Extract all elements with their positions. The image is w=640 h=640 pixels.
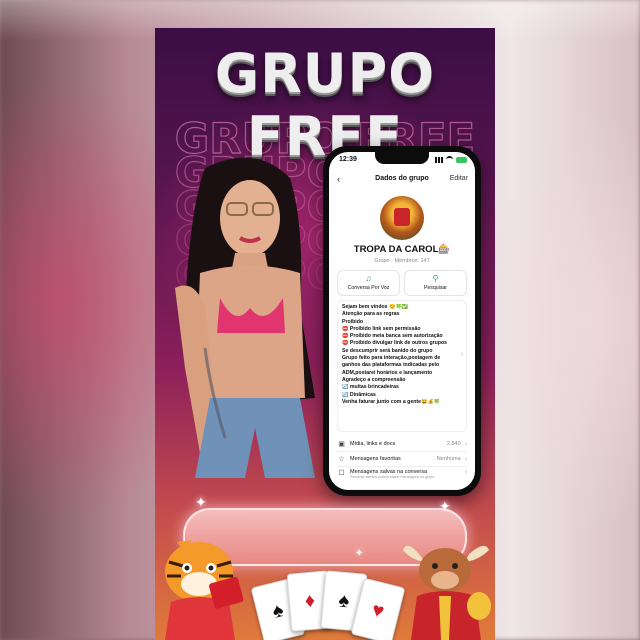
saved-messages-icon: ☐ bbox=[338, 470, 345, 477]
search-icon: ⚲ bbox=[432, 274, 439, 283]
group-name: TROPA DA CAROL🎰 bbox=[353, 244, 451, 255]
chevron-right-icon: › bbox=[464, 440, 467, 448]
sparkle-icon: ✦ bbox=[195, 494, 207, 510]
row-label: Mensagens favoritas bbox=[350, 456, 401, 462]
voice-chat-button[interactable]: ♫ Conversa Por Voz bbox=[337, 270, 400, 296]
search-label: Pesquisar bbox=[423, 285, 448, 291]
promo-poster: GRUPO FREE GRUPO FREE GRUPO FREE GRUPO F… bbox=[155, 28, 495, 640]
description-line: ⛔ Proibido meia banca sem autorização bbox=[342, 333, 443, 340]
saved-messages-row[interactable]: ☐ Mensagens salvas na conversa Somente a… bbox=[337, 467, 467, 490]
edit-button[interactable]: Editar bbox=[450, 173, 468, 185]
playing-cards: ♠ ♦ ♠ ♥ bbox=[250, 568, 406, 640]
description-line: 🔄 muitas brincadeiras bbox=[342, 384, 399, 391]
description-line: ganhos das plataformas indicadas pelo bbox=[342, 362, 440, 369]
woman-photo bbox=[175, 157, 315, 478]
nav-bar: ‹ Dados do grupo Editar bbox=[329, 173, 475, 187]
group-description[interactable]: Sejam bem vindos 😊🍀✅ Atenção para as reg… bbox=[337, 300, 467, 432]
search-button[interactable]: ⚲ Pesquisar bbox=[404, 270, 467, 296]
description-line: Se descumprir será banido do grupo bbox=[342, 347, 433, 354]
chevron-right-icon: › bbox=[460, 351, 463, 358]
signal-icon bbox=[435, 156, 443, 163]
sparkle-icon: ✦ bbox=[439, 498, 451, 514]
description-line: ⛔ Proibido divulgar link de outros grupo… bbox=[342, 340, 448, 347]
phone-mockup: 12:39 ‹ Dados do grupo Editar TROPA DA C… bbox=[323, 146, 481, 496]
sparkle-icon: ✦ bbox=[355, 548, 364, 559]
description-line: Sejam bem vindos 😊🍀✅ bbox=[342, 304, 409, 310]
group-subtitle: Grupo · Membros: 147 bbox=[374, 258, 430, 264]
voice-chat-label: Conversa Por Voz bbox=[347, 285, 390, 291]
description-line: ⛔ Proibido link sem permissão bbox=[342, 325, 421, 332]
tiger-mascot bbox=[165, 540, 244, 640]
battery-icon bbox=[456, 156, 467, 163]
media-icon: ▣ bbox=[338, 441, 345, 448]
description-line: Atenção para as regras bbox=[342, 311, 400, 318]
media-row[interactable]: ▣ Mídia, links e docs 2.840 › bbox=[337, 437, 467, 452]
wifi-icon bbox=[446, 156, 453, 163]
description-line: ADM,postarei horários e lançamento bbox=[342, 369, 433, 376]
description-line: Grupo feito para interação,postagem de bbox=[342, 355, 441, 362]
description-line: Proibido bbox=[342, 318, 364, 325]
phone-screen: 12:39 ‹ Dados do grupo Editar TROPA DA C… bbox=[329, 152, 475, 490]
group-options-list: ▣ Mídia, links e docs 2.840 › ☆ Mensagen… bbox=[337, 437, 467, 490]
row-label: Mídia, links e docs bbox=[350, 441, 396, 447]
status-time: 12:39 bbox=[339, 156, 357, 163]
description-line: 🔄 Dinâmicas bbox=[342, 391, 376, 398]
group-avatar[interactable] bbox=[380, 196, 424, 240]
row-note: Somente admins podem salvar mensagens no… bbox=[350, 475, 436, 479]
chevron-right-icon: › bbox=[464, 455, 467, 463]
row-value: Nenhuma bbox=[436, 456, 461, 462]
star-icon: ☆ bbox=[338, 456, 345, 463]
bull-mascot bbox=[403, 545, 491, 640]
voice-wave-icon: ♫ bbox=[365, 274, 372, 283]
row-value: 2.840 bbox=[446, 441, 461, 447]
description-line: Venha faturar junto com a gente😄💰🍀 bbox=[342, 398, 441, 405]
favorites-row[interactable]: ☆ Mensagens favoritas Nenhuma › bbox=[337, 452, 467, 467]
description-line: Agradeço a compreensão bbox=[342, 376, 406, 383]
phone-notch bbox=[375, 152, 429, 164]
action-buttons: ♫ Conversa Por Voz ⚲ Pesquisar bbox=[337, 270, 467, 296]
chevron-right-icon: › bbox=[464, 469, 467, 476]
